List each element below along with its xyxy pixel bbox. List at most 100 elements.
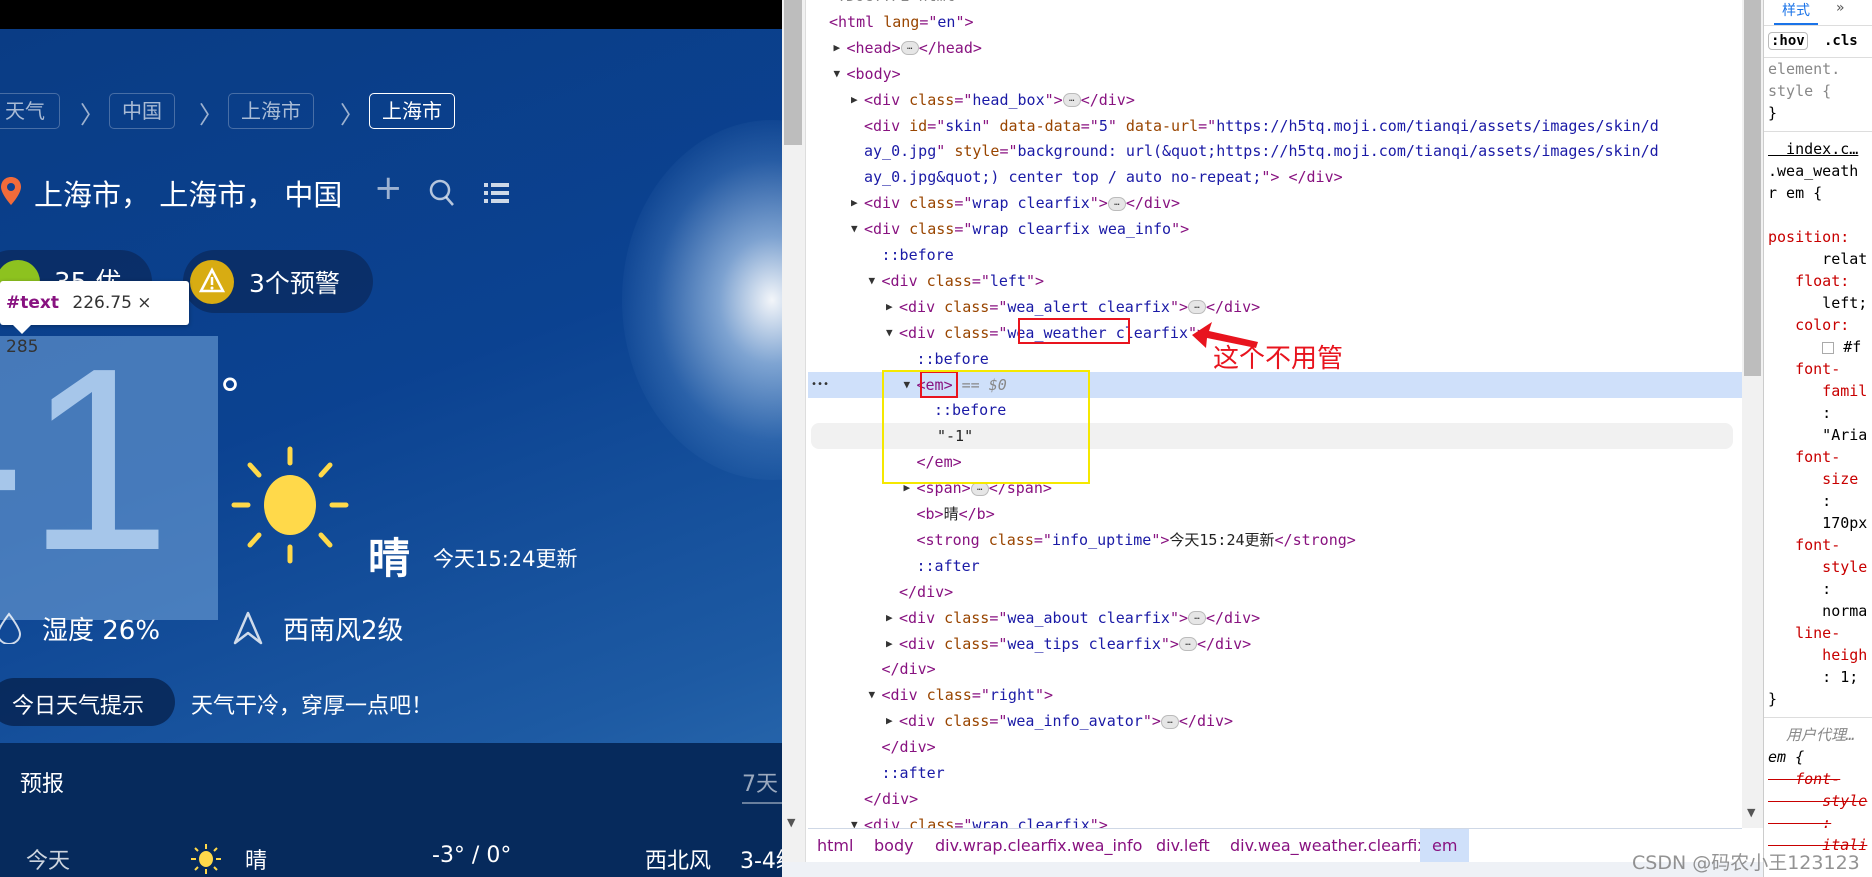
- dom-tree-line[interactable]: <!DOCTYPE html>: [808, 0, 1742, 9]
- dom-tree-line[interactable]: ay_0.jpg" style="background: url(&quot;h…: [808, 138, 1742, 164]
- dom-token: id: [909, 116, 928, 135]
- dom-tree-line[interactable]: <b>晴</b>: [808, 501, 1742, 527]
- dom-token: 晴: [943, 505, 959, 523]
- dom-token: class: [909, 815, 955, 828]
- expand-triangle-icon[interactable]: ▶: [886, 708, 893, 734]
- dom-token: <div: [864, 90, 910, 109]
- dom-token: <div: [899, 608, 945, 627]
- dom-tree-line[interactable]: ::before: [808, 242, 1742, 268]
- page-scrollbar[interactable]: ▼: [782, 0, 806, 877]
- breadcrumb-shanghai-province[interactable]: 上海市: [228, 93, 314, 129]
- dom-tree-line[interactable]: <html lang="en">: [808, 9, 1742, 35]
- scroll-down-icon[interactable]: ▼: [1747, 806, 1755, 819]
- dom-tree-line[interactable]: ▶ <head>… </head>: [808, 35, 1742, 61]
- dom-tree-line[interactable]: ▶ <div class="wea_info_avator">… </div>: [808, 708, 1742, 734]
- dom-tree-line[interactable]: ▶ <div class="head_box">… </div>: [808, 87, 1742, 113]
- collapse-triangle-icon[interactable]: ▼: [886, 320, 893, 346]
- scroll-down-icon[interactable]: ▼: [787, 816, 795, 829]
- dom-tree-line[interactable]: ▼ <div class="wrap clearfix">: [808, 812, 1742, 828]
- dom-tree-line[interactable]: </div>: [808, 786, 1742, 812]
- dom-tree-line[interactable]: ▼ <body>: [808, 61, 1742, 87]
- expand-triangle-icon[interactable]: ▶: [834, 35, 841, 61]
- style-line: :: [1768, 580, 1832, 598]
- tab-7-days[interactable]: 7天: [742, 766, 782, 804]
- scrollbar-thumb[interactable]: [1744, 0, 1761, 376]
- dom-token: <head>: [846, 38, 901, 57]
- row-menu-icon[interactable]: •••: [811, 372, 829, 398]
- dom-tree-line[interactable]: </div>: [808, 656, 1742, 682]
- styles-panel: 样式 » :hov .cls element. style {} index.c……: [1763, 0, 1872, 877]
- search-icon[interactable]: [428, 178, 456, 208]
- elements-scrollbar[interactable]: ▼: [1742, 0, 1763, 828]
- dom-token: </head>: [918, 38, 982, 57]
- collapse-triangle-icon[interactable]: ▼: [834, 61, 841, 87]
- dom-token: =": [954, 815, 973, 828]
- dom-tree-line[interactable]: </div>: [808, 734, 1742, 760]
- expand-triangle-icon[interactable]: ▶: [851, 87, 858, 113]
- scrollbar-thumb[interactable]: [784, 0, 802, 145]
- dom-tree-line[interactable]: ▶ <div class="wea_alert clearfix">… </div>: [808, 294, 1742, 320]
- breadcrumb-shanghai-city[interactable]: 上海市: [369, 93, 455, 129]
- expand-ellipsis-button[interactable]: …: [1160, 714, 1179, 729]
- dom-token: wrap clearfix: [972, 815, 1090, 828]
- dom-crumb-wea-weather[interactable]: div.wea_weather.clearfix: [1230, 829, 1427, 863]
- degree-symbol: °: [219, 370, 241, 421]
- humidity-drop-icon: [0, 612, 22, 644]
- expand-ellipsis-button[interactable]: …: [1178, 637, 1197, 651]
- add-city-icon[interactable]: +: [374, 168, 403, 208]
- dom-crumb-wea-info[interactable]: div.wrap.clearfix.wea_info: [935, 829, 1142, 863]
- expand-ellipsis-button[interactable]: …: [1062, 93, 1081, 108]
- class-toggle[interactable]: .cls: [1824, 33, 1858, 49]
- expand-ellipsis-button[interactable]: …: [900, 41, 919, 56]
- expand-triangle-icon[interactable]: ▶: [886, 294, 893, 320]
- weather-page: 天气 〉 中国 〉 上海市 〉 上海市 上海市， 上海市， 中国 + 35 优 …: [0, 0, 782, 877]
- color-swatch[interactable]: [1822, 341, 1835, 354]
- expand-triangle-icon[interactable]: ▶: [886, 631, 893, 657]
- dom-token: data-data: [999, 116, 1081, 135]
- dom-crumb-em[interactable]: em: [1420, 829, 1470, 863]
- breadcrumb-weather[interactable]: 天气: [0, 93, 60, 129]
- forecast-section: 预报 7天 今天 晴 -3° / 0° 西北风 3-4级: [0, 743, 782, 877]
- dom-crumb-html[interactable]: html: [817, 829, 853, 863]
- menu-list-icon[interactable]: [484, 182, 510, 204]
- dom-crumb-body[interactable]: body: [874, 829, 914, 863]
- alert-badge[interactable]: 3个预警: [183, 250, 373, 313]
- collapse-triangle-icon[interactable]: ▼: [851, 812, 858, 828]
- dom-tree-line[interactable]: </div>: [808, 579, 1742, 605]
- collapse-triangle-icon[interactable]: ▼: [869, 682, 876, 708]
- collapse-triangle-icon[interactable]: ▼: [851, 216, 858, 242]
- dom-tree-line[interactable]: <div id="skin" data-data="5" data-url="h…: [808, 113, 1742, 139]
- style-line: font-: [1768, 770, 1841, 788]
- dom-tree-line[interactable]: ay_0.jpg&quot;) center top / auto no-rep…: [808, 164, 1742, 190]
- dom-tree-line[interactable]: ::after: [808, 760, 1742, 786]
- dom-token: style: [954, 142, 1000, 161]
- annotation-box-yellow: [882, 370, 1090, 484]
- expand-ellipsis-button[interactable]: …: [1188, 611, 1206, 626]
- expand-ellipsis-button[interactable]: …: [1107, 196, 1126, 211]
- dom-token: =": [927, 116, 946, 135]
- expand-triangle-icon[interactable]: ▶: [851, 190, 858, 216]
- dom-token: ">: [1169, 297, 1188, 316]
- chevron-right-icon: 〉: [199, 101, 223, 129]
- dom-tree-line[interactable]: <strong class="info_uptime">今天15:24更新</s…: [808, 527, 1742, 553]
- humidity-value: 湿度 26%: [42, 616, 161, 646]
- hover-state-toggle[interactable]: :hov: [1768, 32, 1808, 50]
- dom-tree-line[interactable]: ▶ <div class="wea_about clearfix">… </div>: [808, 605, 1742, 631]
- style-line: [1764, 710, 1872, 718]
- tab-styles[interactable]: 样式: [1774, 0, 1818, 25]
- dom-crumb-left[interactable]: div.left: [1156, 829, 1210, 863]
- dom-tree-line[interactable]: ▼ <div class="right">: [808, 682, 1742, 708]
- expand-ellipsis-button[interactable]: …: [1188, 300, 1206, 315]
- breadcrumb-china[interactable]: 中国: [109, 93, 175, 129]
- more-tabs-icon[interactable]: »: [1836, 0, 1845, 16]
- forecast-day[interactable]: 今天: [26, 843, 74, 877]
- dom-tree-line[interactable]: ▶ <div class="wea_tips clearfix">… </div>: [808, 631, 1742, 657]
- dom-tree-line[interactable]: ▶ <div class="wrap clearfix">… </div>: [808, 190, 1742, 216]
- dom-tree-line[interactable]: ▼ <div class="wrap clearfix wea_info">: [808, 216, 1742, 242]
- dom-token: <div: [899, 634, 945, 653]
- expand-triangle-icon[interactable]: ▶: [886, 605, 893, 631]
- collapse-triangle-icon[interactable]: ▼: [869, 268, 876, 294]
- dom-tree-line[interactable]: ▼ <div class="left">: [808, 268, 1742, 294]
- style-line: #f: [1764, 336, 1872, 358]
- dom-tree-line[interactable]: ::after: [808, 553, 1742, 579]
